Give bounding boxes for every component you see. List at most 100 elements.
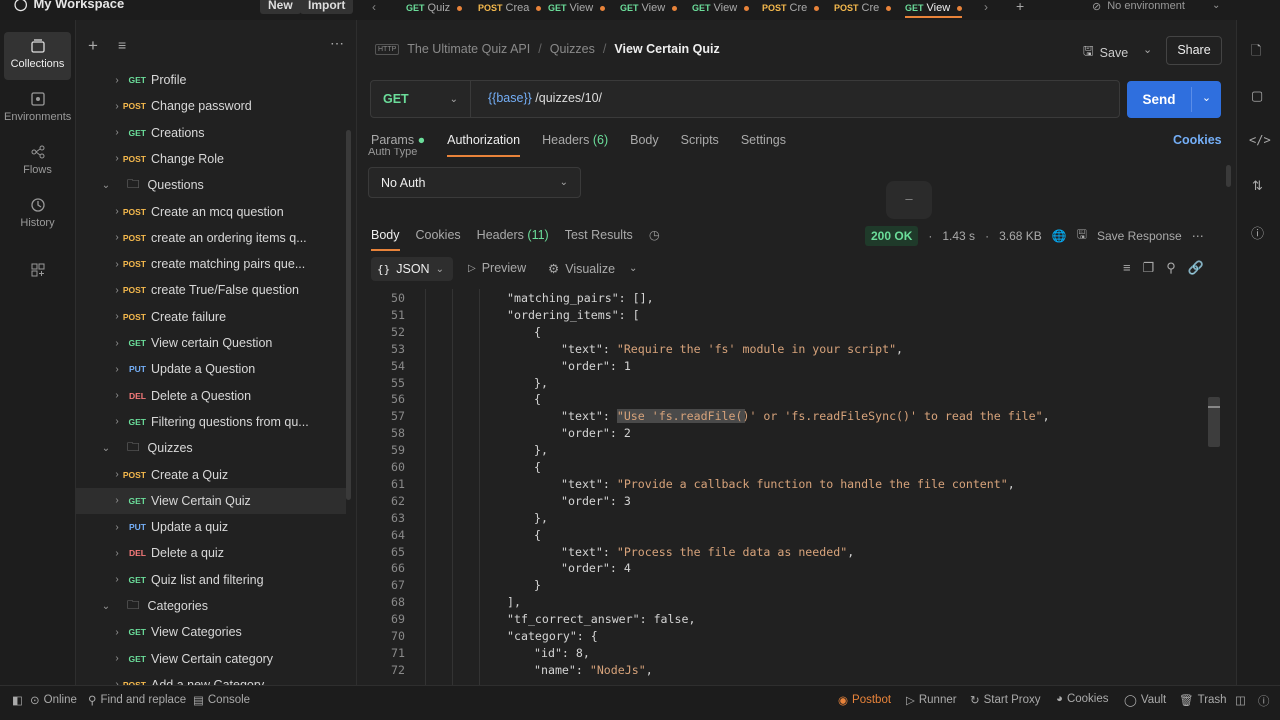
- response-size[interactable]: 3.68 KB: [999, 229, 1042, 243]
- request-item[interactable]: › GET Profile: [76, 67, 346, 93]
- breadcrumb-folder[interactable]: Quizzes: [550, 42, 595, 56]
- tab-scripts[interactable]: Scripts: [681, 133, 719, 157]
- request-item[interactable]: › POST Change password: [76, 93, 346, 119]
- request-item[interactable]: › GET Quiz list and filtering: [76, 567, 346, 593]
- request-item[interactable]: › GET Creations: [76, 120, 346, 146]
- documentation-icon[interactable]: 🗋: [1251, 42, 1261, 64]
- tabs-right-arrow-icon[interactable]: ›: [984, 0, 988, 14]
- send-button[interactable]: Send: [1127, 81, 1191, 118]
- sidebar-scrollbar[interactable]: [346, 130, 351, 500]
- rail-environments[interactable]: Environments: [4, 85, 71, 133]
- add-icon[interactable]: +: [88, 36, 98, 56]
- request-item[interactable]: › GET View Categories: [76, 619, 346, 645]
- filter-icon[interactable]: ≡: [118, 37, 126, 53]
- request-item[interactable]: › DEL Delete a quiz: [76, 540, 346, 566]
- code-icon[interactable]: </>: [1249, 133, 1271, 147]
- visualize-button[interactable]: ⚙ Visualize ⌄: [548, 261, 637, 277]
- request-item[interactable]: › POST create matching pairs que...: [76, 251, 346, 277]
- cookies-button[interactable]: ◕ Cookies: [1056, 693, 1109, 705]
- rail-history[interactable]: History: [4, 191, 71, 239]
- link-icon[interactable]: 🔗: [1188, 260, 1204, 276]
- response-more-icon[interactable]: ⋯: [1192, 229, 1204, 243]
- request-item[interactable]: › GET View Certain category: [76, 646, 346, 672]
- filter-icon[interactable]: ≡: [1123, 260, 1131, 276]
- resp-tab-headers[interactable]: Headers (11): [477, 228, 549, 251]
- rail-more[interactable]: [4, 256, 71, 304]
- request-item[interactable]: › PUT Update a quiz: [76, 514, 346, 540]
- request-item[interactable]: › POST create True/False question: [76, 277, 346, 303]
- request-tab[interactable]: GET View: [548, 0, 606, 16]
- trash-button[interactable]: 🗑 Trash: [1179, 693, 1227, 707]
- response-code-view[interactable]: 50 "matching_pairs": [], 51 "ordering_items…: [357, 289, 1207, 685]
- vault-button[interactable]: ◯ Vault: [1124, 693, 1166, 707]
- request-item[interactable]: › DEL Delete a Question: [76, 383, 346, 409]
- request-tab[interactable]: POST Cre: [762, 0, 820, 16]
- find-replace[interactable]: ⚲ Find and replace: [88, 693, 186, 707]
- save-dropdown-chevron-icon[interactable]: ⌄: [1143, 43, 1152, 56]
- method-selector[interactable]: GET ⌄: [371, 81, 471, 117]
- pane-resize-handle[interactable]: –: [886, 181, 932, 219]
- status-badge[interactable]: 200 OK: [865, 225, 919, 246]
- postbot-button[interactable]: ◉ Postbot: [838, 693, 891, 707]
- start-proxy-button[interactable]: ↻ Start Proxy: [970, 693, 1041, 707]
- request-item[interactable]: › PUT Update a Question: [76, 356, 346, 382]
- breadcrumb-collection[interactable]: The Ultimate Quiz API: [407, 42, 530, 56]
- import-button[interactable]: Import: [300, 0, 354, 14]
- new-button[interactable]: New: [260, 0, 301, 14]
- response-time[interactable]: 1.43 s: [942, 229, 975, 243]
- share-button[interactable]: Share: [1166, 36, 1222, 65]
- request-tab[interactable]: GET View: [692, 0, 750, 16]
- related-collections-icon[interactable]: ⇅: [1252, 178, 1263, 194]
- runner-button[interactable]: ▷ Runner: [906, 693, 957, 707]
- new-tab-icon[interactable]: +: [1016, 0, 1024, 14]
- response-history-icon[interactable]: ◷: [649, 227, 660, 251]
- code-scrollbar[interactable]: [1208, 397, 1220, 447]
- request-item[interactable]: › POST Add a new Category: [76, 672, 346, 685]
- resp-tab-body[interactable]: Body: [371, 228, 400, 251]
- request-item[interactable]: › POST Change Role: [76, 146, 346, 172]
- send-dropdown-chevron-icon[interactable]: ⌄: [1192, 81, 1221, 118]
- resp-tab-cookies[interactable]: Cookies: [416, 228, 461, 251]
- save-button[interactable]: 🖫 Save: [1083, 42, 1128, 63]
- request-item[interactable]: › POST Create an mcq question: [76, 199, 346, 225]
- format-selector[interactable]: {} JSON ⌄: [371, 257, 453, 281]
- request-item[interactable]: › POST Create a Quiz: [76, 462, 346, 488]
- comments-icon[interactable]: ▢: [1251, 88, 1263, 104]
- request-pane-scrollbar[interactable]: [1226, 165, 1231, 187]
- online-status[interactable]: ⊙ Online: [30, 693, 77, 707]
- copy-icon[interactable]: ❐: [1143, 260, 1155, 276]
- search-icon[interactable]: ⚲: [1166, 260, 1176, 276]
- more-options-icon[interactable]: ⋯: [330, 35, 344, 52]
- request-item[interactable]: › GET View certain Question: [76, 330, 346, 356]
- layout-icon[interactable]: ◫: [1235, 693, 1246, 707]
- tab-authorization[interactable]: Authorization: [447, 133, 521, 157]
- globe-icon[interactable]: 🌐: [1052, 229, 1067, 243]
- request-tab[interactable]: POST Crea: [478, 0, 542, 16]
- request-item[interactable]: › GET View Certain Quiz: [76, 487, 346, 514]
- tab-body[interactable]: Body: [630, 133, 659, 157]
- folder-item[interactable]: ⌄ 🗀 Questions: [76, 172, 346, 198]
- tab-headers[interactable]: Headers (6): [542, 133, 608, 157]
- request-tab[interactable]: GET Quiz: [406, 0, 463, 16]
- url-input[interactable]: {{base}} /quizzes/10/: [488, 91, 602, 105]
- save-response-button[interactable]: Save Response: [1097, 229, 1182, 243]
- request-tab[interactable]: POST Cre: [834, 0, 892, 16]
- tab-settings[interactable]: Settings: [741, 133, 786, 157]
- request-tab[interactable]: GET View: [620, 0, 678, 16]
- environment-selector[interactable]: ⊘ No environment: [1092, 0, 1185, 13]
- cookies-link[interactable]: Cookies: [1173, 133, 1222, 147]
- resp-tab-tests[interactable]: Test Results: [565, 228, 633, 251]
- workspace-switcher[interactable]: ◯ My Workspace: [14, 0, 124, 11]
- rail-collections[interactable]: Collections: [4, 32, 71, 80]
- request-tab[interactable]: GET View: [905, 0, 963, 18]
- preview-button[interactable]: ▷ Preview: [468, 261, 526, 275]
- request-item[interactable]: › GET Filtering questions from qu...: [76, 409, 346, 435]
- folder-item[interactable]: ⌄ 🗀 Quizzes: [76, 435, 346, 461]
- folder-item[interactable]: ⌄ 🗀 Categories: [76, 593, 346, 619]
- console-button[interactable]: ▤ Console: [193, 693, 250, 707]
- request-item[interactable]: › POST Create failure: [76, 304, 346, 330]
- auth-type-select[interactable]: No Auth ⌄: [368, 167, 581, 198]
- info-icon[interactable]: ⓘ: [1251, 223, 1264, 242]
- sidebar-toggle-icon[interactable]: ◧: [12, 693, 23, 707]
- help-icon[interactable]: ⓘ: [1258, 693, 1270, 709]
